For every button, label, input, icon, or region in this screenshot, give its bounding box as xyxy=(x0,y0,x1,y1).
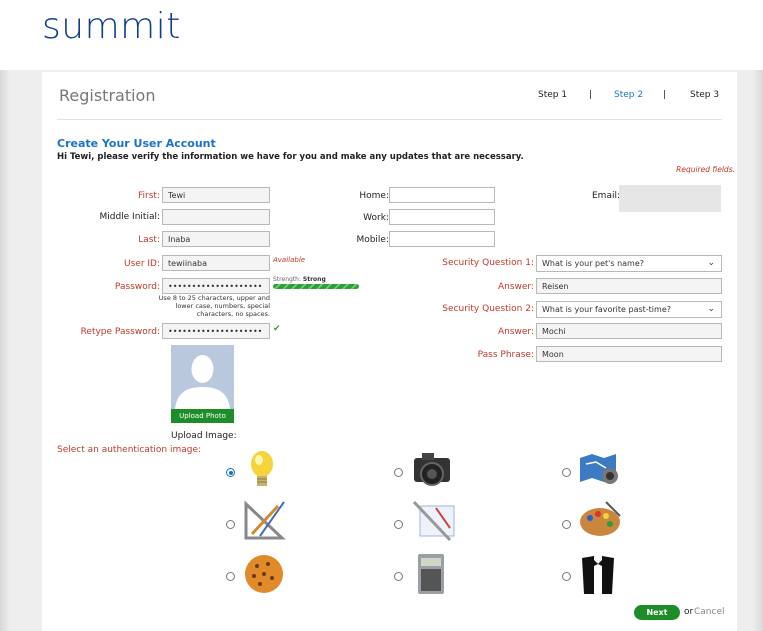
upload-photo-button[interactable]: Upload Photo xyxy=(171,409,234,423)
check-icon: ✔ xyxy=(273,324,281,334)
person-silhouette-icon xyxy=(171,345,234,409)
home-phone-input[interactable] xyxy=(389,187,495,203)
profile-photo-placeholder xyxy=(171,345,234,409)
auth-radio-map-camera[interactable] xyxy=(562,468,571,477)
step-2[interactable]: Step 2 xyxy=(614,90,643,100)
intro-text: Hi Tewi, please verify the information w… xyxy=(57,152,524,162)
drafting-paper-icon[interactable] xyxy=(410,498,460,542)
first-name-label: First: xyxy=(138,191,160,201)
first-name-input[interactable]: Tewi xyxy=(162,187,270,203)
mobile-phone-label: Mobile: xyxy=(356,235,389,245)
email-input[interactable] xyxy=(619,185,721,212)
map-camera-icon[interactable] xyxy=(576,448,626,492)
upload-image-label: Upload Image: xyxy=(171,431,237,441)
password-strength-meter xyxy=(273,284,359,289)
work-phone-input[interactable] xyxy=(389,209,495,225)
user-id-status: Available xyxy=(273,256,306,264)
cancel-link[interactable]: Cancel xyxy=(694,607,725,617)
drafting-tools-icon[interactable] xyxy=(242,498,292,542)
required-fields-note: Required fields. xyxy=(676,165,735,174)
step-separator: | xyxy=(663,90,667,100)
calculator-icon[interactable] xyxy=(410,552,460,596)
password-input[interactable]: •••••••••••••••••••• xyxy=(162,278,270,294)
auth-radio-tuxedo[interactable] xyxy=(562,572,571,581)
answer-1-input[interactable]: Reisen xyxy=(536,278,722,294)
middle-initial-input[interactable] xyxy=(162,209,270,225)
answer-1-label: Answer: xyxy=(497,282,534,292)
security-question-1-select[interactable]: What is your pet's name? ⌄ xyxy=(536,255,722,272)
or-text: or xyxy=(684,607,694,617)
summit-logo: summit xyxy=(42,6,181,47)
next-button[interactable]: Next xyxy=(634,605,680,620)
user-id-label: User ID: xyxy=(124,259,160,269)
password-hint: Use 8 to 25 characters, upper and lower … xyxy=(158,294,270,318)
security-question-2-select[interactable]: What is your favorite past-time? ⌄ xyxy=(536,301,722,318)
work-phone-label: Work: xyxy=(363,213,389,223)
auth-radio-lightbulb[interactable] xyxy=(226,468,235,477)
user-id-input[interactable]: tewiinaba xyxy=(162,255,270,271)
retype-password-input[interactable]: •••••••••••••••••••• xyxy=(162,323,270,339)
paint-palette-icon[interactable] xyxy=(576,498,626,542)
step-3[interactable]: Step 3 xyxy=(690,90,719,100)
security-question-1-label: Security Question 1: xyxy=(442,258,534,268)
auth-radio-paint-palette[interactable] xyxy=(562,520,571,529)
header-divider xyxy=(57,119,722,120)
registration-card: Registration Step 1 | Step 2 | Step 3 Cr… xyxy=(42,72,737,631)
last-name-label: Last: xyxy=(138,235,160,245)
cookie-icon[interactable] xyxy=(242,552,292,596)
auth-radio-drafting-paper[interactable] xyxy=(394,520,403,529)
password-strength: Strength: Strong xyxy=(273,276,326,283)
last-name-input[interactable]: Inaba xyxy=(162,231,270,247)
lightbulb-icon[interactable] xyxy=(242,448,292,492)
auth-radio-drafting-tools[interactable] xyxy=(226,520,235,529)
camera-icon[interactable] xyxy=(410,448,460,492)
auth-radio-camera[interactable] xyxy=(394,468,403,477)
auth-radio-calculator[interactable] xyxy=(394,572,403,581)
step-separator: | xyxy=(589,90,593,100)
answer-2-input[interactable]: Mochi xyxy=(536,323,722,339)
email-label: Email: xyxy=(591,191,620,201)
pass-phrase-label: Pass Phrase: xyxy=(477,350,534,360)
middle-initial-label: Middle Initial: xyxy=(99,212,160,222)
chevron-down-icon: ⌄ xyxy=(707,258,715,268)
auth-radio-cookie[interactable] xyxy=(226,572,235,581)
section-title: Create Your User Account xyxy=(57,137,216,150)
auth-image-label: Select an authentication image: xyxy=(57,445,202,455)
pass-phrase-input[interactable]: Moon xyxy=(536,346,722,362)
home-phone-label: Home: xyxy=(359,191,389,201)
answer-2-label: Answer: xyxy=(497,327,534,337)
security-question-2-label: Security Question 2: xyxy=(442,304,534,314)
mobile-phone-input[interactable] xyxy=(389,231,495,247)
step-1[interactable]: Step 1 xyxy=(538,90,567,100)
retype-password-label: Retype Password: xyxy=(80,327,160,337)
password-label: Password: xyxy=(114,282,160,292)
tuxedo-icon[interactable] xyxy=(576,552,626,596)
chevron-down-icon: ⌄ xyxy=(707,304,715,314)
page-title: Registration xyxy=(59,86,156,105)
